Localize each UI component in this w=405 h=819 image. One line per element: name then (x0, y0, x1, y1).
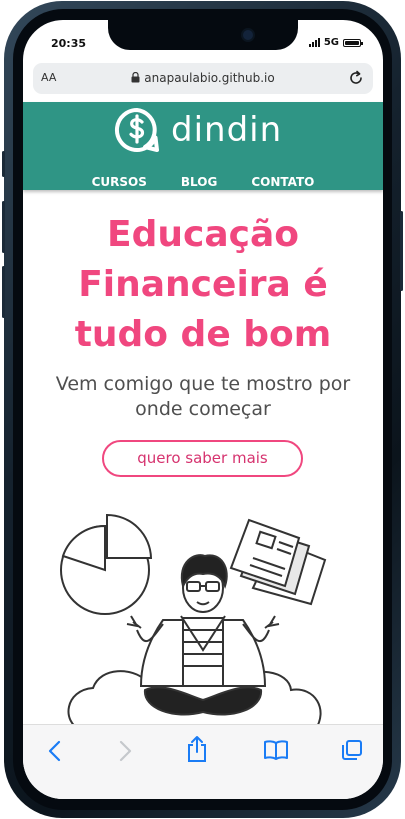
status-time: 20:35 (51, 37, 87, 50)
tabs-icon[interactable] (341, 739, 363, 761)
silent-switch (2, 151, 5, 177)
battery-icon (343, 38, 363, 47)
forward-icon[interactable] (116, 739, 134, 763)
site-nav: CURSOS BLOG CONTATO (23, 175, 383, 189)
site-logo[interactable]: dindin (113, 106, 282, 154)
url-display[interactable]: anapaulabio.github.io (33, 71, 373, 85)
notch (108, 20, 298, 50)
nav-link-contato[interactable]: CONTATO (251, 175, 314, 189)
hero-title-line: Financeira é (78, 264, 328, 305)
url-text: anapaulabio.github.io (144, 71, 275, 85)
screen: 20:35 5G AA anapaulabio.github.io dindin… (23, 20, 383, 799)
bookmarks-icon[interactable] (263, 739, 289, 761)
site-header: dindin CURSOS BLOG CONTATO (23, 102, 383, 190)
signal-icon (308, 38, 320, 47)
address-bar[interactable]: AA anapaulabio.github.io (33, 63, 373, 94)
hero-title-line: Educação (107, 214, 299, 255)
back-icon[interactable] (46, 739, 64, 763)
hero-illustration (60, 513, 327, 730)
camera-icon (241, 28, 255, 42)
power-button (400, 211, 403, 291)
nav-link-cursos[interactable]: CURSOS (92, 175, 147, 189)
hero-subtitle-line: Vem comigo que te mostro por (55, 373, 351, 395)
hero-subtitle: Vem comigo que te mostro por onde começa… (33, 372, 373, 422)
hero-subtitle-line: onde começar (135, 398, 271, 420)
hero-title-line: tudo de bom (74, 314, 332, 355)
hero-title: Educação Financeira é tudo de bom (23, 210, 383, 360)
reload-icon[interactable] (347, 69, 365, 87)
logo-text: dindin (171, 110, 283, 150)
browser-toolbar (23, 724, 383, 799)
cta-button[interactable]: quero saber mais (102, 440, 303, 477)
lock-icon (131, 72, 140, 83)
documents-icon (229, 518, 327, 606)
network-label: 5G (323, 37, 339, 48)
volume-up-button (2, 201, 5, 253)
pie-chart-icon (60, 513, 153, 615)
coin-logo-icon (114, 108, 159, 152)
status-indicators: 5G (308, 37, 363, 48)
share-icon[interactable] (186, 735, 208, 763)
volume-down-button (2, 266, 5, 318)
nav-link-blog[interactable]: BLOG (181, 175, 217, 189)
